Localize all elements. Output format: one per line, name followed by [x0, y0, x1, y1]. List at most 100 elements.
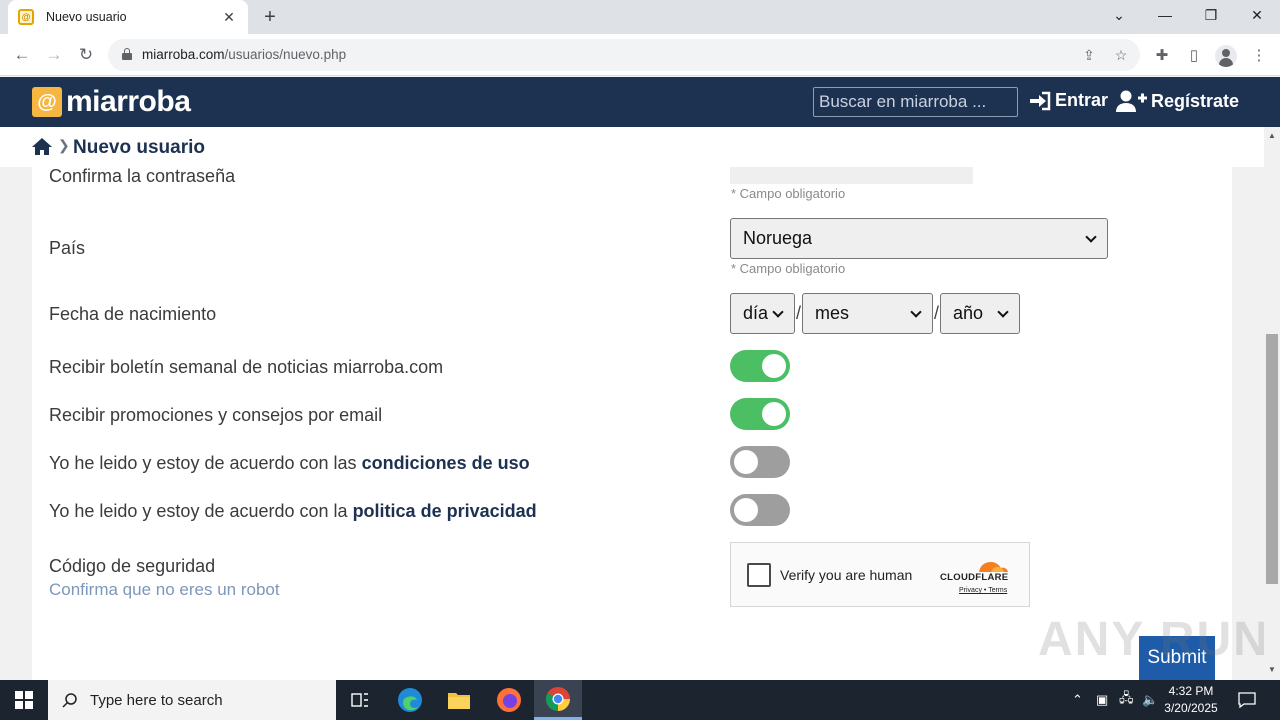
- logo-text: miarroba: [66, 85, 191, 118]
- notifications-icon[interactable]: [1238, 680, 1256, 720]
- terms-link[interactable]: condiciones de uso: [362, 453, 530, 473]
- privacy-prefix: Yo he leido y estoy de acuerdo con la: [49, 501, 348, 521]
- login-icon: [1030, 91, 1051, 110]
- privacy-link[interactable]: politica de privacidad: [353, 501, 537, 521]
- privacy-label: Yo he leido y estoy de acuerdo con la po…: [49, 501, 537, 522]
- forward-icon[interactable]: →: [42, 43, 66, 67]
- side-panel-icon[interactable]: ▯: [1184, 46, 1204, 66]
- login-link[interactable]: Entrar: [1028, 90, 1108, 111]
- new-tab-icon[interactable]: +: [258, 5, 282, 29]
- country-select[interactable]: Noruega: [730, 218, 1108, 259]
- tray-chevron-up-icon[interactable]: ⌃: [1072, 680, 1083, 720]
- month-value: mes: [815, 303, 850, 323]
- chevron-down-icon: [1085, 230, 1097, 243]
- country-value: Noruega: [743, 228, 813, 248]
- address-bar[interactable]: miarroba.com/usuarios/nuevo.php ⇪ ☆: [108, 39, 1140, 71]
- network-icon[interactable]: 🖧: [1119, 680, 1134, 720]
- cloudflare-captcha: Verify you are human CLOUDFLARE Privacy …: [730, 542, 1030, 607]
- breadcrumb: ❯ Nuevo usuario: [0, 127, 1264, 167]
- site-search-input[interactable]: [813, 87, 1018, 117]
- newsletter-toggle[interactable]: [730, 350, 790, 382]
- site-header: @ miarroba Entrar Regístrate: [0, 77, 1280, 127]
- taskbar-search[interactable]: Type here to search: [48, 680, 336, 720]
- windows-start-icon[interactable]: [0, 680, 48, 720]
- minimize-icon[interactable]: —: [1142, 0, 1188, 30]
- extensions-icon[interactable]: ✚: [1152, 46, 1172, 66]
- share-icon[interactable]: ⇪: [1080, 46, 1098, 64]
- restore-icon[interactable]: ❐: [1188, 0, 1234, 30]
- clock-date: 3/20/2025: [1164, 701, 1218, 715]
- firefox-icon[interactable]: [485, 680, 533, 720]
- country-label: País: [49, 238, 86, 258]
- task-view-icon[interactable]: [336, 680, 384, 720]
- captcha-privacy-link[interactable]: Privacy: [959, 587, 982, 594]
- scroll-up-icon[interactable]: ▲: [1268, 131, 1276, 140]
- birth-year-select[interactable]: año: [940, 293, 1020, 334]
- tray-device-icon[interactable]: ▣: [1096, 680, 1108, 720]
- confirm-password-label: Confirma la contraseña: [49, 166, 236, 186]
- cloudflare-brand: CLOUDFLARE: [940, 572, 1009, 583]
- scroll-thumb[interactable]: [1266, 334, 1278, 584]
- add-user-icon: [1116, 90, 1147, 112]
- page-title: Nuevo usuario: [73, 137, 205, 158]
- cloudflare-cloud-icon: [979, 562, 1008, 572]
- profile-avatar[interactable]: [1215, 45, 1237, 67]
- browser-tab-bar: @ Nuevo usuario ✕ + ⌄ — ❐ ✕: [0, 0, 1280, 34]
- menu-kebab-icon[interactable]: ⋮: [1249, 46, 1269, 66]
- confirm-password-input[interactable]: [730, 167, 973, 184]
- window-close-icon[interactable]: ✕: [1234, 0, 1280, 30]
- chevron-down-icon: [772, 305, 784, 318]
- browser-toolbar: ← → ↻ miarroba.com/usuarios/nuevo.php ⇪ …: [0, 34, 1280, 76]
- captcha-links: Privacy • Terms: [959, 587, 1007, 594]
- anyrun-watermark: ANY RUN: [1038, 613, 1270, 666]
- security-code-sublabel: Confirma que no eres un robot: [49, 580, 280, 599]
- terms-label: Yo he leido y estoy de acuerdo con las c…: [49, 453, 530, 474]
- taskbar-search-placeholder: Type here to search: [90, 691, 223, 709]
- privacy-toggle[interactable]: [730, 494, 790, 526]
- birth-day-select[interactable]: día: [730, 293, 795, 334]
- file-explorer-icon[interactable]: [435, 680, 483, 720]
- register-label: Regístrate: [1151, 90, 1240, 111]
- edge-icon[interactable]: [386, 680, 434, 720]
- bookmark-star-icon[interactable]: ☆: [1112, 46, 1130, 64]
- site-logo[interactable]: @ miarroba: [32, 85, 191, 118]
- browser-tab[interactable]: @ Nuevo usuario ✕: [8, 0, 248, 34]
- captcha-link-separator: •: [983, 587, 987, 594]
- register-link[interactable]: Regístrate: [1116, 90, 1239, 112]
- site-favicon-icon: @: [18, 9, 34, 25]
- captcha-text: Verify you are human: [780, 567, 913, 583]
- volume-icon[interactable]: 🔈: [1142, 680, 1158, 720]
- scroll-down-icon[interactable]: ▼: [1268, 665, 1276, 674]
- captcha-terms-link[interactable]: Terms: [988, 587, 1007, 594]
- required-hint: * Campo obligatorio: [731, 261, 846, 276]
- tab-search-chevron-icon[interactable]: ⌄: [1096, 0, 1142, 30]
- reload-icon[interactable]: ↻: [74, 43, 98, 67]
- promos-toggle[interactable]: [730, 398, 790, 430]
- url-text: miarroba.com/usuarios/nuevo.php: [142, 47, 347, 62]
- chrome-icon[interactable]: [534, 680, 582, 720]
- birth-month-select[interactable]: mes: [802, 293, 933, 334]
- chevron-down-icon: [997, 305, 1009, 318]
- taskbar-clock[interactable]: 4:32 PM 3/20/2025: [1160, 683, 1222, 717]
- tab-title: Nuevo usuario: [46, 10, 127, 24]
- terms-prefix: Yo he leido y estoy de acuerdo con las: [49, 453, 357, 473]
- page-scrollbar[interactable]: ▲ ▼: [1264, 127, 1280, 680]
- windows-taskbar: Type here to search ⌃ ▣ 🖧 🔈 4:32 PM 3/20…: [0, 680, 1280, 720]
- date-separator: /: [934, 303, 940, 323]
- back-icon[interactable]: ←: [10, 43, 34, 67]
- home-icon[interactable]: [32, 137, 52, 155]
- terms-toggle[interactable]: [730, 446, 790, 478]
- verify-checkbox[interactable]: [747, 563, 771, 587]
- birthdate-label: Fecha de nacimiento: [49, 304, 217, 324]
- day-value: día: [743, 303, 769, 323]
- search-icon: [62, 693, 77, 708]
- chevron-right-icon: ❯: [58, 137, 70, 153]
- registration-form: Confirma la contraseña * Campo obligator…: [32, 166, 1232, 680]
- required-hint: * Campo obligatorio: [731, 186, 846, 201]
- clock-time: 4:32 PM: [1168, 684, 1214, 698]
- logo-mark-icon: @: [32, 87, 62, 117]
- close-tab-icon[interactable]: ✕: [220, 9, 238, 26]
- lock-icon[interactable]: [122, 48, 132, 60]
- newsletter-label: Recibir boletín semanal de noticias miar…: [49, 357, 444, 377]
- promos-label: Recibir promociones y consejos por email: [49, 405, 383, 425]
